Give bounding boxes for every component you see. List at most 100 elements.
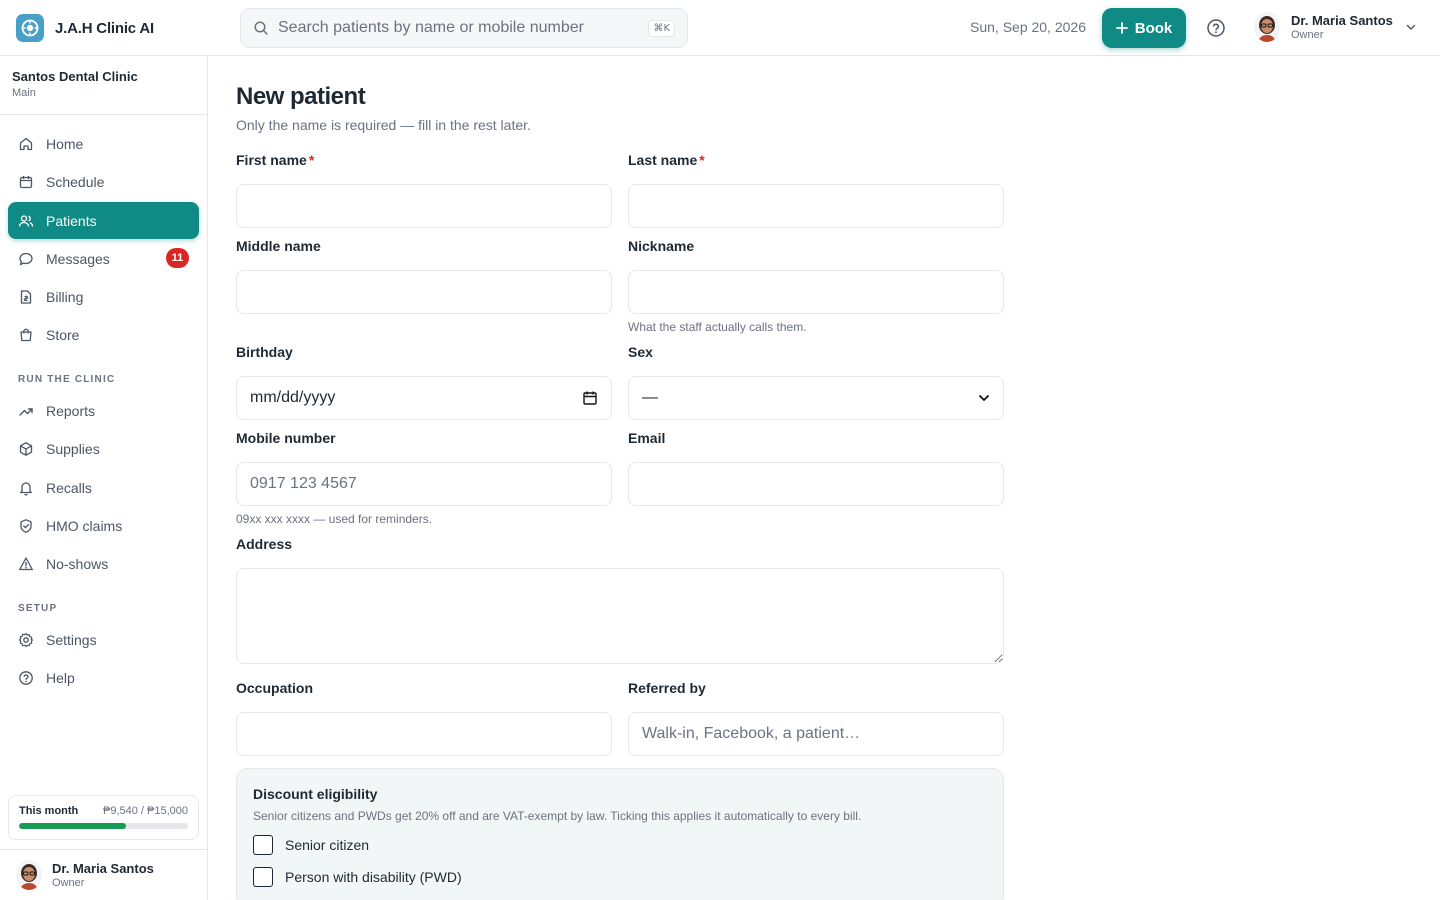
middle-name-input[interactable] [236,270,612,314]
email-field: Email [628,430,1004,506]
calendar-icon [19,175,33,188]
box-icon [19,441,33,456]
sidebar-item-label: Store [46,326,80,343]
sidebar-item-recalls[interactable]: Recalls [8,469,199,506]
sidebar-item-patients[interactable]: Patients [8,202,199,239]
month-progress-bar [19,823,188,829]
sidebar-item-label: Recalls [46,479,92,496]
last-name-field: Last name * [628,152,1004,228]
search-bar[interactable]: ⌘K [240,8,688,48]
sidebar-item-label: Schedule [46,173,105,190]
sidebar-item-schedule[interactable]: Schedule [8,163,199,200]
occupation-label: Occupation [236,680,314,696]
alert-triangle-icon [19,556,33,570]
month-label: This month [19,805,79,817]
avatar [16,860,42,890]
middle-name-field: Middle name [236,238,612,314]
gear-icon [18,632,34,647]
month-progress-fill [19,823,127,829]
sidebar-item-billing[interactable]: Billing [8,278,199,315]
senior-citizen-option[interactable]: Senior citizen [253,835,987,855]
mobile-input[interactable] [236,462,612,506]
first-name-label-text: First name [236,152,307,168]
receipt-icon [20,289,32,304]
shield-icon [20,518,32,533]
last-name-input[interactable] [628,184,1004,228]
occupation-field: Occupation [236,680,612,756]
nickname-input[interactable] [628,270,1004,314]
users-icon [18,214,34,227]
required-mark: * [308,152,315,168]
unread-badge: 11 [166,248,189,268]
mobile-label: Mobile number [236,430,336,446]
book-label: Book [1134,19,1173,37]
plus-icon [1115,22,1128,34]
home-icon [19,137,33,150]
clinic-branch: Main [12,87,36,99]
required-mark: * [699,152,705,168]
sidebar-item-help[interactable]: Help [8,659,199,696]
sidebar-item-label: Patients [46,212,97,229]
sidebar-item-reports[interactable]: Reports [8,392,199,429]
sex-select[interactable]: — [628,376,1004,420]
help-icon[interactable] [1206,18,1226,38]
birthday-field: Birthday mm/dd/yyyy [236,344,612,420]
current-date: Sun, Sep 20, 2026 [970,19,1086,35]
last-name-label: Last name * [628,152,1004,170]
sex-field: Sex — [628,344,1004,420]
calendar-icon[interactable] [582,390,598,406]
sidebar-item-label: Home [46,135,84,152]
sidebar-item-supplies[interactable]: Supplies [8,430,199,467]
first-name-input[interactable] [236,184,612,228]
pwd-checkbox[interactable] [253,867,273,887]
pwd-label: Person with disability (PWD) [285,869,462,885]
first-name-field: First name * [236,152,612,228]
brand[interactable]: J.A.H Clinic AI [16,14,154,42]
occupation-input[interactable] [236,712,612,756]
sidebar-item-hmo-claims[interactable]: HMO claims [8,507,199,544]
sex-selected-value: — [642,389,658,406]
chevron-down-icon [1406,24,1416,30]
book-button[interactable]: Book [1102,8,1186,48]
senior-citizen-label: Senior citizen [285,837,370,853]
email-label: Email [628,430,666,446]
sidebar-item-settings[interactable]: Settings [8,621,199,658]
search-input[interactable] [278,19,649,37]
pwd-option[interactable]: Person with disability (PWD) [253,867,987,887]
nickname-field: Nickname What the staff actually calls t… [628,238,1004,334]
page-title: New patient [236,83,366,110]
app-name: J.A.H Clinic AI [55,19,154,37]
referred-by-input[interactable] [628,712,1004,756]
sidebar-item-store[interactable]: Store [8,316,199,353]
avatar [1254,12,1280,42]
birthday-label: Birthday [236,344,293,360]
bell-icon [20,481,32,496]
birthday-input[interactable]: mm/dd/yyyy [236,376,612,420]
user-role: Owner [1291,28,1324,41]
clinic-switcher[interactable]: Santos Dental Clinic Main [0,56,207,115]
section-label-run: RUN THE CLINIC [18,374,116,385]
address-input[interactable] [236,568,1004,664]
mobile-hint: 09xx xxx xxxx — used for reminders. [236,512,433,526]
sidebar-item-home[interactable]: Home [8,125,199,162]
top-bar: J.A.H Clinic AI ⌘K Sun, Sep 20, 2026 Boo… [0,0,1440,56]
discount-eligibility-panel: Discount eligibility Senior citizens and… [236,768,1004,900]
middle-name-label: Middle name [236,238,321,254]
user-name: Dr. Maria Santos [52,860,154,876]
sidebar-item-label: Settings [46,631,97,648]
sidebar-item-messages[interactable]: Messages 11 [8,240,199,277]
user-name: Dr. Maria Santos [1291,12,1393,28]
sidebar-item-label: Help [46,669,75,686]
sidebar-user[interactable]: Dr. Maria Santos Owner [0,849,207,900]
referred-by-field: Referred by [628,680,1004,756]
sidebar-item-no-shows[interactable]: No-shows [8,545,199,582]
sidebar-item-label: No-shows [46,555,109,572]
mobile-field: Mobile number 09xx xxx xxxx — used for r… [236,430,612,526]
email-input[interactable] [628,462,1004,506]
birthday-placeholder: mm/dd/yyyy [250,389,336,406]
chevron-down-icon [979,395,989,402]
senior-citizen-checkbox[interactable] [253,835,273,855]
section-label-setup: SETUP [18,603,58,614]
user-menu[interactable]: Dr. Maria Santos Owner [1254,12,1417,42]
sex-label: Sex [628,344,653,360]
